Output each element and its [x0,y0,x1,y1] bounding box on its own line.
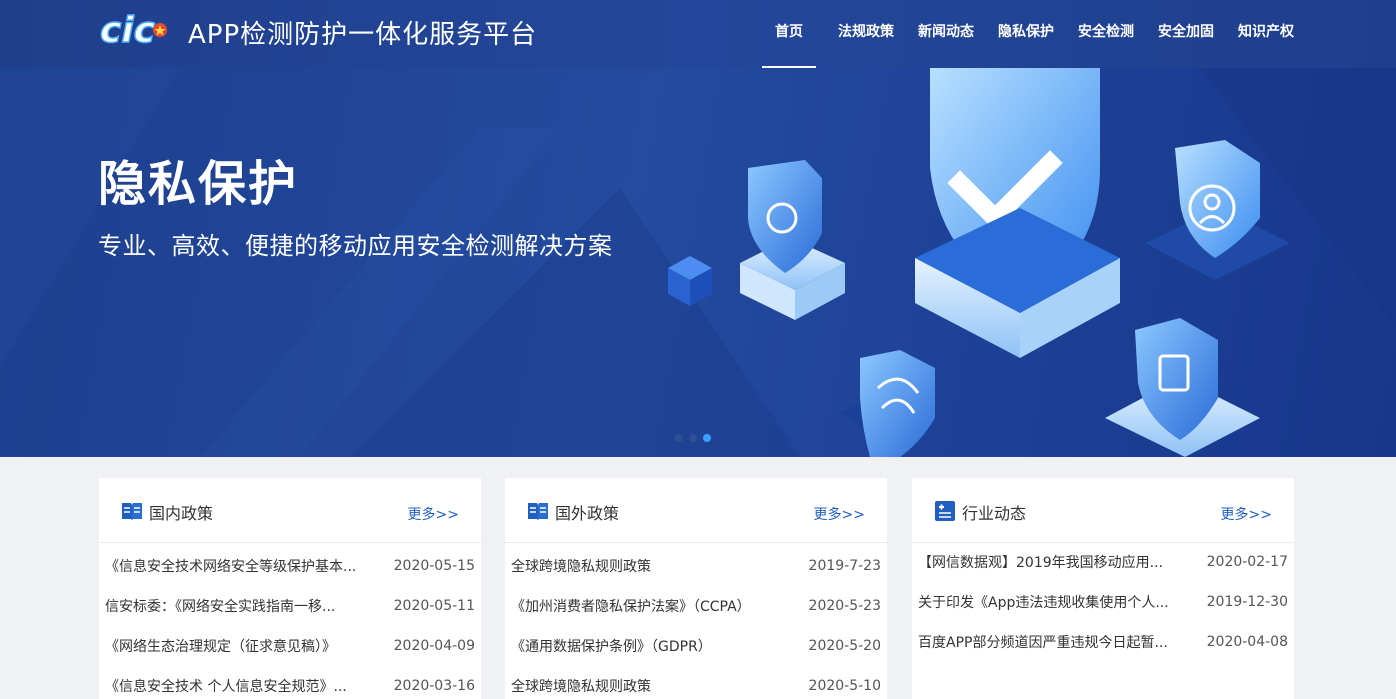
news-list: 《信息安全技术网络安全等级保护基本... 2020-05-15 信安标委：《网络… [99,544,481,699]
site-title: APP检测防护一体化服务平台 [188,20,538,50]
list-item-title[interactable]: 信安标委：《网络安全实践指南一移... [105,596,370,616]
news-list: 【网信数据观】2019年我国移动应用... 2020-02-17 关于印发《Ap… [912,544,1294,660]
banner-title: 隐私保护 [98,156,299,212]
list-item-date: 2020-04-08 [1206,634,1288,650]
list-item[interactable]: 信安标委：《网络安全实践指南一移... 2020-05-11 [99,584,481,624]
list-item-date: 2020-04-09 [393,638,475,654]
list-item-title[interactable]: 《信息安全技术网络安全等级保护基本... [105,556,370,576]
list-item-date: 2020-02-17 [1206,554,1288,570]
list-item-title[interactable]: 百度APP部分频道因严重违规今日起暂... [918,632,1183,652]
panel-header: 国外政策 更多>> [505,478,887,543]
hero-banner[interactable]: 隐私保护 专业、高效、便捷的移动应用安全检测解决方案 [0,68,1396,457]
list-item[interactable]: 关于印发《App违法违规收集使用个人... 2019-12-30 [912,580,1294,620]
user-shield-icon [1145,140,1290,280]
list-item-title[interactable]: 《加州消费者隐私保护法案》（CCPA） [511,596,776,616]
list-item-date: 2019-7-23 [808,558,881,574]
list-item-title[interactable]: 《通用数据保护条例》（GDPR） [511,636,776,656]
news-list: 全球跨境隐私规则政策 2019-7-23 《加州消费者隐私保护法案》（CCPA）… [505,544,887,699]
list-item[interactable]: 百度APP部分频道因严重违规今日起暂... 2020-04-08 [912,620,1294,660]
more-link[interactable]: 更多>> [1221,504,1272,524]
book-icon [528,503,548,520]
nav-security-testing[interactable]: 安全检测 [1066,0,1146,68]
list-item-title[interactable]: 关于印发《App违法违规收集使用个人... [918,592,1183,612]
top-header: cic APP检测防护一体化服务平台 首页 法规政策 新闻动态 隐私保护 安全检… [0,0,1396,68]
book-icon [122,503,142,520]
panel-header: 国内政策 更多>> [99,478,481,543]
panel-foreign-policy: 国外政策 更多>> 全球跨境隐私规则政策 2019-7-23 《加州消费者隐私保… [505,478,887,699]
nav-ip[interactable]: 知识产权 [1226,0,1306,68]
list-item[interactable]: 全球跨境隐私规则政策 2020-5-10 [505,664,887,699]
list-item[interactable]: 《网络生态治理规定（征求意见稿）》 2020-04-09 [99,624,481,664]
list-item[interactable]: 《信息安全技术网络安全等级保护基本... 2020-05-15 [99,544,481,584]
banner-subtitle: 专业、高效、便捷的移动应用安全检测解决方案 [98,232,613,260]
phone-shield-icon [740,160,845,320]
list-item[interactable]: 《信息安全技术 个人信息安全规范》... 2020-03-16 [99,664,481,699]
panel-title: 国内政策 [149,504,214,523]
list-item-date: 2020-5-10 [808,678,881,694]
news-list-icon [935,501,955,521]
cic-logo[interactable]: cic [98,10,180,48]
list-item-title[interactable]: 《网络生态治理规定（征求意见稿）》 [105,636,370,656]
fingerprint-shield-icon [840,350,940,457]
list-item-date: 2020-5-20 [808,638,881,654]
list-item-date: 2020-05-11 [393,598,475,614]
carousel-dot-1[interactable] [675,434,683,442]
panel-title: 国外政策 [555,504,620,523]
list-item-date: 2019-12-30 [1206,594,1288,610]
settings-shield-icon [1105,318,1260,457]
more-link[interactable]: 更多>> [408,504,459,524]
logo-text: cic [100,10,155,48]
list-item-title[interactable]: 全球跨境隐私规则政策 [511,676,776,696]
carousel-dots [675,434,711,442]
list-item[interactable]: 《通用数据保护条例》（GDPR） 2020-5-20 [505,624,887,664]
main-shield-icon [915,68,1120,358]
list-item[interactable]: 《加州消费者隐私保护法案》（CCPA） 2020-5-23 [505,584,887,624]
panel-domestic-policy: 国内政策 更多>> 《信息安全技术网络安全等级保护基本... 2020-05-1… [99,478,481,699]
nav-home[interactable]: 首页 [760,0,818,68]
nav-news[interactable]: 新闻动态 [906,0,986,68]
list-item-date: 2020-05-15 [393,558,475,574]
list-item-title[interactable]: 【网信数据观】2019年我国移动应用... [918,552,1183,572]
carousel-dot-3[interactable] [703,434,711,442]
list-item-title[interactable]: 《信息安全技术 个人信息安全规范》... [105,676,370,696]
more-link[interactable]: 更多>> [814,504,865,524]
security-illustration [668,68,1290,457]
nav-privacy[interactable]: 隐私保护 [986,0,1066,68]
panel-industry-news: 行业动态 更多>> 【网信数据观】2019年我国移动应用... 2020-02-… [912,478,1294,699]
nav-regulations[interactable]: 法规政策 [826,0,906,68]
list-item-date: 2020-5-23 [808,598,881,614]
list-item[interactable]: 【网信数据观】2019年我国移动应用... 2020-02-17 [912,544,1294,580]
list-item-title[interactable]: 全球跨境隐私规则政策 [511,556,776,576]
carousel-dot-2[interactable] [689,434,697,442]
main-nav: 首页 法规政策 新闻动态 隐私保护 安全检测 安全加固 知识产权 [760,0,1306,68]
list-item-date: 2020-03-16 [393,678,475,694]
list-item[interactable]: 全球跨境隐私规则政策 2019-7-23 [505,544,887,584]
panel-header: 行业动态 更多>> [912,478,1294,543]
nav-hardening[interactable]: 安全加固 [1146,0,1226,68]
scrolling-news-list[interactable]: 【网信数据观】2019年我国移动应用... 2020-02-17 关于印发《Ap… [912,544,1294,699]
panel-title: 行业动态 [962,504,1027,523]
